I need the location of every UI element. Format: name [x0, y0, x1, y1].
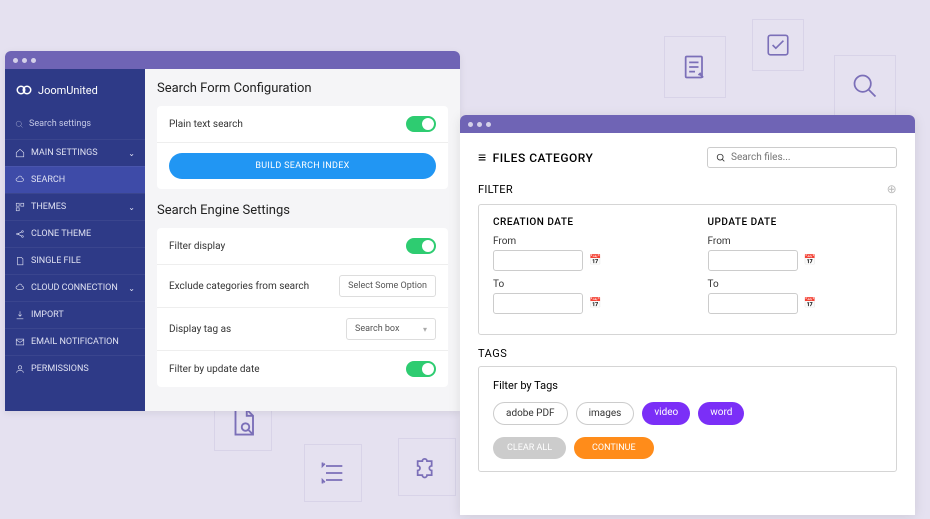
exclude-categories-select[interactable]: Select Some Option — [339, 275, 436, 297]
settings-window: JoomUnited Search settings MAIN SETTINGS… — [5, 51, 460, 411]
list-icon-box — [304, 444, 362, 502]
document-icon-box — [664, 36, 726, 98]
import-icon — [15, 310, 25, 320]
search-files-box[interactable] — [707, 147, 897, 168]
calendar-icon[interactable]: 📅 — [589, 298, 601, 309]
cloud-icon — [15, 283, 25, 293]
sidebar: JoomUnited Search settings MAIN SETTINGS… — [5, 69, 145, 411]
sidebar-item-search[interactable]: SEARCH — [5, 166, 145, 193]
exclude-categories-label: Exclude categories from search — [169, 281, 309, 292]
date-filter-box: CREATION DATE From 📅 To 📅 UPDATE DATE Fr… — [478, 204, 897, 335]
sidebar-item-single-file[interactable]: SINGLE FILE — [5, 247, 145, 274]
tag-word[interactable]: word — [698, 402, 744, 425]
update-from-input[interactable] — [708, 250, 798, 271]
update-date-header: UPDATE DATE — [708, 217, 883, 228]
mail-icon — [15, 337, 25, 347]
cloud-icon — [15, 175, 25, 185]
tags-filter-box: Filter by Tags adobe PDF images video wo… — [478, 366, 897, 472]
calendar-icon[interactable]: 📅 — [804, 255, 816, 266]
checkbox-icon-box — [752, 19, 804, 71]
brand-logo: JoomUnited — [5, 69, 145, 113]
display-tag-select[interactable]: Search box▾ — [346, 318, 436, 340]
logo-icon — [15, 81, 33, 99]
creation-to-label: To — [493, 279, 668, 290]
files-category-header: ≡ FILES CATEGORY — [478, 149, 593, 166]
update-to-input[interactable] — [708, 293, 798, 314]
clear-all-button[interactable]: CLEAR ALL — [493, 437, 566, 459]
tag-video[interactable]: video — [642, 402, 690, 425]
plain-text-label: Plain text search — [169, 119, 243, 130]
tag-images[interactable]: images — [576, 402, 635, 425]
brand-name: JoomUnited — [38, 84, 98, 97]
search-icon — [15, 120, 24, 129]
update-from-label: From — [708, 236, 883, 247]
window-titlebar — [5, 51, 460, 69]
creation-from-input[interactable] — [493, 250, 583, 271]
sidebar-item-themes[interactable]: THEMES⌄ — [5, 193, 145, 220]
user-icon — [15, 364, 25, 374]
update-to-label: To — [708, 279, 883, 290]
sidebar-item-import[interactable]: IMPORT — [5, 301, 145, 328]
continue-button[interactable]: CONTINUE — [574, 437, 654, 459]
calendar-icon[interactable]: 📅 — [804, 298, 816, 309]
search-settings-label: Search settings — [29, 119, 91, 129]
creation-date-header: CREATION DATE — [493, 217, 668, 228]
filter-by-tags-label: Filter by Tags — [493, 379, 882, 392]
filter-display-label: Filter display — [169, 241, 225, 252]
display-tag-label: Display tag as — [169, 324, 231, 335]
filter-label: FILTER — [478, 183, 513, 196]
creation-from-label: From — [493, 236, 668, 247]
chevron-down-icon: ⌄ — [128, 203, 135, 212]
plain-text-search-row: Plain text search — [157, 106, 448, 143]
engine-settings-card: Filter display Exclude categories from s… — [157, 228, 448, 387]
tags-label: TAGS — [478, 347, 897, 360]
files-window: ≡ FILES CATEGORY FILTER ⊕ CREATION DATE … — [460, 115, 915, 515]
calendar-icon[interactable]: 📅 — [589, 255, 601, 266]
menu-icon[interactable]: ≡ — [478, 149, 487, 166]
window-titlebar — [460, 115, 915, 133]
files-category-title: FILES CATEGORY — [493, 151, 594, 165]
creation-to-input[interactable] — [493, 293, 583, 314]
search-icon-box — [834, 55, 896, 117]
grid-icon — [15, 202, 25, 212]
filter-update-label: Filter by update date — [169, 364, 260, 375]
filter-display-toggle[interactable] — [406, 238, 436, 254]
home-icon — [15, 148, 25, 158]
tag-adobe-pdf[interactable]: adobe PDF — [493, 402, 568, 425]
build-search-index-button[interactable]: BUILD SEARCH INDEX — [169, 153, 436, 179]
sidebar-item-permissions[interactable]: PERMISSIONS — [5, 355, 145, 382]
search-form-title: Search Form Configuration — [157, 81, 448, 96]
puzzle-icon-box — [398, 438, 456, 496]
share-icon — [15, 229, 25, 239]
sidebar-item-cloud-connection[interactable]: CLOUD CONNECTION⌄ — [5, 274, 145, 301]
chevron-down-icon: ▾ — [423, 325, 427, 334]
filter-update-toggle[interactable] — [406, 361, 436, 377]
sidebar-item-clone-theme[interactable]: CLONE THEME — [5, 220, 145, 247]
search-files-input[interactable] — [731, 152, 888, 163]
file-icon — [15, 256, 25, 266]
collapse-icon[interactable]: ⊕ — [887, 182, 897, 196]
content-area: Search Form Configuration Plain text sea… — [145, 69, 460, 411]
sidebar-item-main-settings[interactable]: MAIN SETTINGS⌄ — [5, 139, 145, 166]
search-settings-link[interactable]: Search settings — [5, 113, 145, 139]
search-icon — [716, 153, 726, 163]
chevron-down-icon: ⌄ — [128, 284, 135, 293]
sidebar-item-email-notification[interactable]: EMAIL NOTIFICATION — [5, 328, 145, 355]
engine-settings-title: Search Engine Settings — [157, 203, 448, 218]
search-form-card: Plain text search BUILD SEARCH INDEX — [157, 106, 448, 189]
chevron-down-icon: ⌄ — [128, 149, 135, 158]
plain-text-toggle[interactable] — [406, 116, 436, 132]
